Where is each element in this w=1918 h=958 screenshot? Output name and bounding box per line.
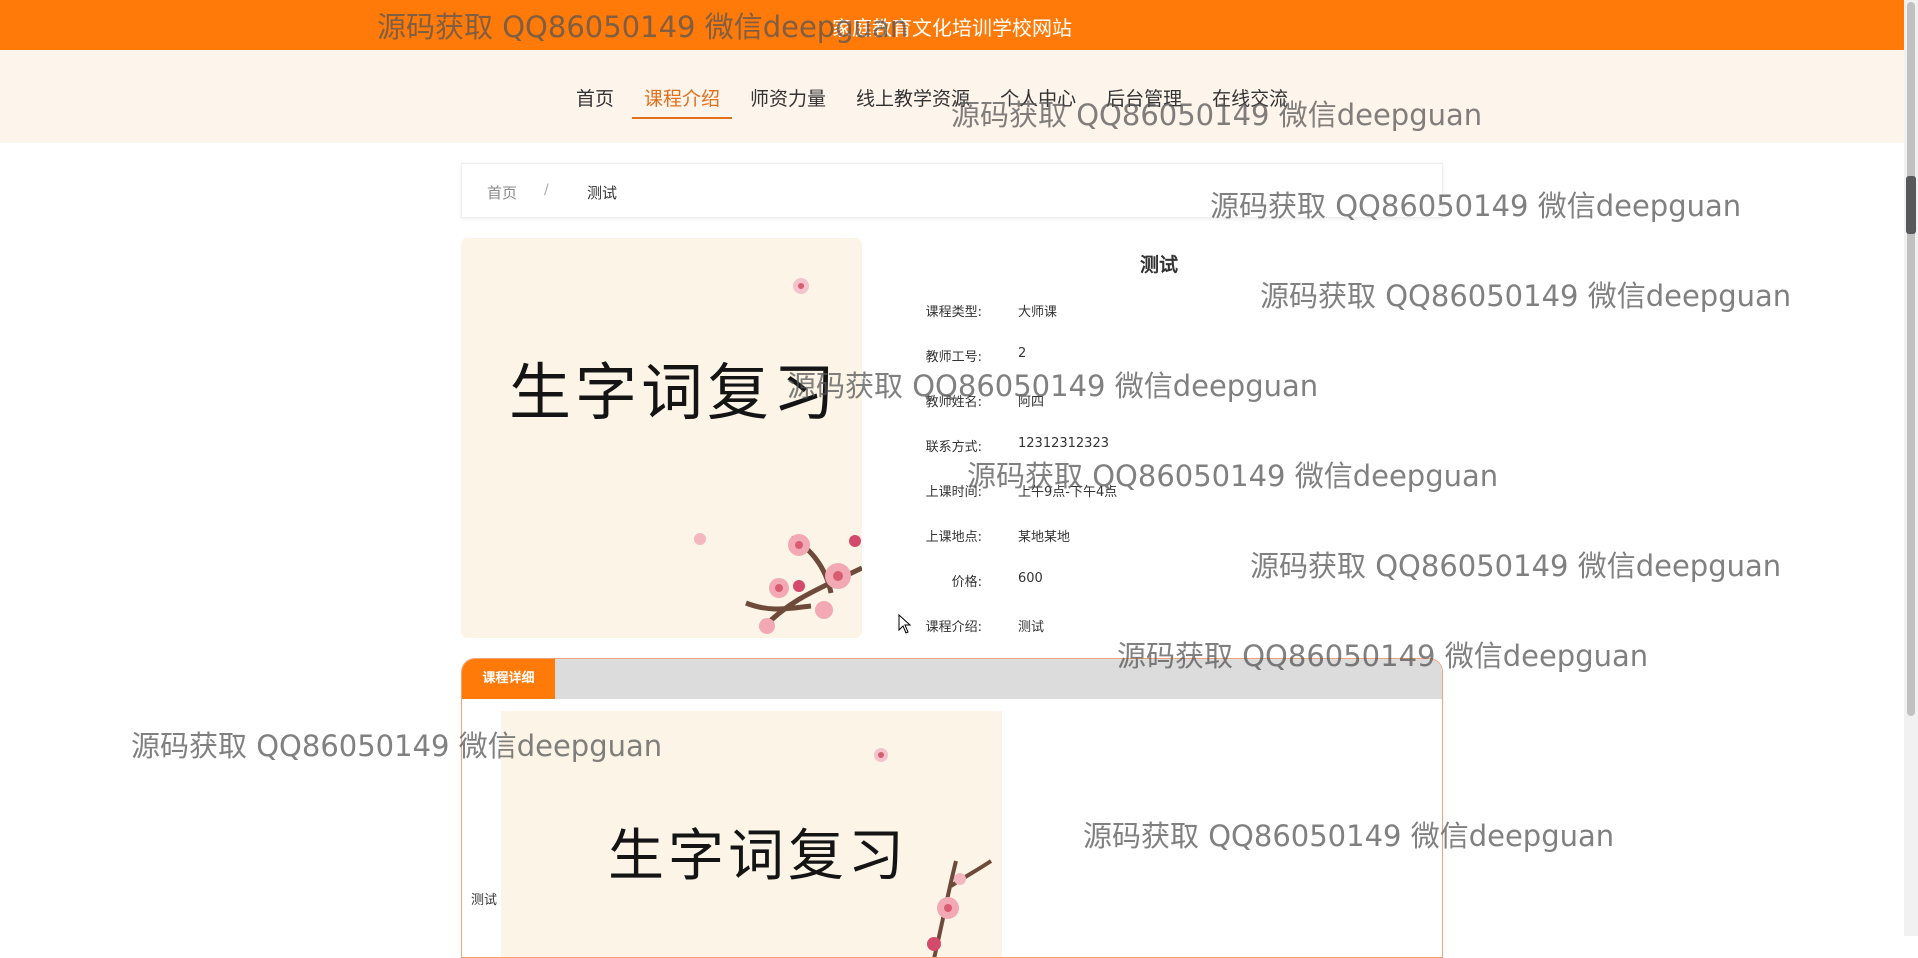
scrollbar-thumb[interactable] bbox=[1907, 2, 1915, 716]
field-value: 某地某地 bbox=[1018, 530, 1071, 545]
field-label: 课程类型: bbox=[925, 305, 982, 320]
tab-course-detail[interactable]: 课程详细 bbox=[462, 659, 555, 699]
nav-item-home[interactable]: 首页 bbox=[564, 84, 626, 119]
field-label: 教师姓名: bbox=[925, 395, 982, 410]
field-label: 课程介绍: bbox=[925, 620, 982, 635]
plum-blossom-decoration bbox=[694, 278, 862, 634]
detail-content-text: 测试 bbox=[471, 893, 498, 908]
mouse-cursor-icon bbox=[898, 614, 912, 634]
nav-item-courses[interactable]: 课程介绍 bbox=[632, 84, 733, 119]
watermark: 源码获取 QQ86050149 微信deepguan bbox=[1250, 549, 1782, 583]
detail-content-image: 生字词复习 bbox=[501, 711, 1002, 957]
field-label: 联系方式: bbox=[925, 440, 982, 455]
course-cover-image: 生字词复习 bbox=[461, 238, 862, 638]
breadcrumb-current: 测试 bbox=[587, 184, 618, 202]
main-navigation: 首页 课程介绍 师资力量 线上教学资源 个人中心 后台管理 在线交流 bbox=[0, 50, 1904, 143]
vertical-scrollbar[interactable] bbox=[1904, 0, 1918, 936]
scrollbar-marker bbox=[1906, 176, 1916, 234]
nav-item-online-resources[interactable]: 线上教学资源 bbox=[844, 84, 982, 119]
field-label: 上课地点: bbox=[925, 530, 982, 545]
watermark: 源码获取 QQ86050149 微信deepguan bbox=[1260, 279, 1792, 313]
nav-item-chat[interactable]: 在线交流 bbox=[1200, 84, 1300, 119]
top-header-bar: 家庭教育文化培训学校网站 bbox=[0, 0, 1904, 50]
tab-strip bbox=[462, 659, 1442, 699]
nav-items: 首页 课程介绍 师资力量 线上教学资源 个人中心 后台管理 在线交流 bbox=[564, 84, 1306, 119]
breadcrumb: 首页 / 测试 bbox=[461, 163, 1443, 218]
field-label: 价格: bbox=[951, 575, 982, 590]
cover-title-text: 生字词复习 bbox=[509, 356, 840, 429]
nav-item-personal-center[interactable]: 个人中心 bbox=[988, 84, 1088, 119]
nav-item-teachers[interactable]: 师资力量 bbox=[738, 84, 838, 119]
breadcrumb-home-link[interactable]: 首页 bbox=[487, 182, 517, 203]
site-title: 家庭教育文化培训学校网站 bbox=[832, 16, 1072, 40]
course-title: 测试 bbox=[1140, 254, 1179, 276]
field-value: 上午9点-下午4点 bbox=[1018, 485, 1118, 500]
field-value: 12312312323 bbox=[1018, 436, 1109, 451]
nav-item-admin[interactable]: 后台管理 bbox=[1094, 84, 1194, 119]
detail-image-title-text: 生字词复习 bbox=[608, 824, 908, 889]
breadcrumb-separator: / bbox=[544, 182, 549, 198]
watermark: 源码获取 QQ86050149 微信deepguan bbox=[787, 369, 1319, 403]
field-value: 600 bbox=[1018, 571, 1043, 586]
field-value: 测试 bbox=[1018, 620, 1045, 635]
field-label: 教师工号: bbox=[925, 350, 982, 365]
course-detail-panel: 课程详细 生字词复习 测试 bbox=[461, 658, 1443, 958]
field-value: 阿四 bbox=[1018, 395, 1045, 410]
field-value: 大师课 bbox=[1018, 305, 1058, 320]
field-value: 2 bbox=[1018, 346, 1027, 361]
field-label: 上课时间: bbox=[925, 485, 982, 500]
